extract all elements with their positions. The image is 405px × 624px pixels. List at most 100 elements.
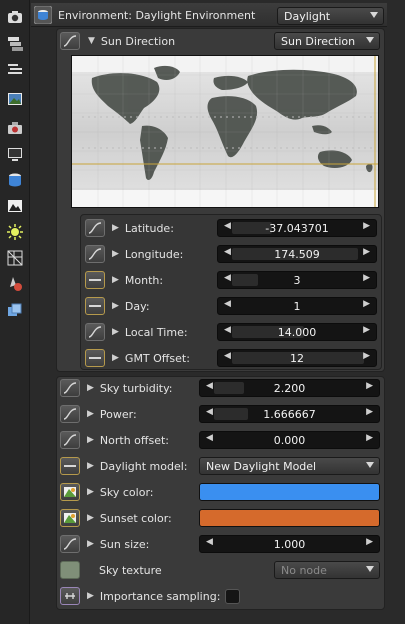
decrement-arrow-icon[interactable]: ◀ bbox=[224, 325, 231, 335]
int-icon[interactable] bbox=[85, 297, 105, 315]
expand-triangle-icon[interactable]: ▶ bbox=[112, 301, 119, 311]
curve-icon[interactable] bbox=[60, 379, 80, 397]
environment-icon[interactable] bbox=[4, 169, 26, 191]
increment-arrow-icon[interactable]: ▶ bbox=[363, 273, 370, 283]
curve-icon[interactable] bbox=[60, 32, 80, 50]
world-map[interactable] bbox=[71, 55, 379, 208]
decrement-arrow-icon[interactable]: ◀ bbox=[206, 433, 213, 443]
preset-dropdown[interactable]: Daylight bbox=[277, 7, 384, 25]
increment-arrow-icon[interactable]: ▶ bbox=[363, 351, 370, 361]
material-icon[interactable] bbox=[4, 273, 26, 295]
sky-texture-label: Sky texture bbox=[99, 563, 162, 577]
enum-icon[interactable] bbox=[60, 457, 80, 475]
camera-settings-icon[interactable] bbox=[4, 6, 26, 28]
daylight-model-dropdown[interactable]: New Daylight Model bbox=[199, 457, 380, 475]
preset-value: Daylight bbox=[284, 9, 331, 23]
expand-triangle-icon[interactable]: ▶ bbox=[87, 539, 94, 549]
expand-triangle-icon[interactable]: ▶ bbox=[112, 223, 119, 233]
sun-size-row: ▶ Sun size: bbox=[60, 533, 149, 555]
decrement-arrow-icon[interactable]: ◀ bbox=[206, 381, 213, 391]
expand-triangle-icon[interactable]: ▶ bbox=[112, 327, 119, 337]
north-offset-spinner[interactable]: ◀ 0.000 ▶ bbox=[199, 431, 380, 449]
color-picker-icon[interactable] bbox=[60, 483, 80, 501]
local-time-spinner[interactable]: ◀ 14.000 ▶ bbox=[217, 323, 377, 341]
chevron-down-icon bbox=[366, 37, 374, 43]
importance-sampling-checkbox[interactable] bbox=[225, 588, 241, 604]
sun-size-value: 1.000 bbox=[273, 537, 306, 551]
day-spinner[interactable]: ◀ 1 ▶ bbox=[217, 297, 377, 315]
toggle-icon[interactable] bbox=[60, 587, 80, 605]
curve-icon[interactable] bbox=[60, 405, 80, 423]
collapse-triangle-icon[interactable]: ▼ bbox=[88, 36, 95, 46]
expand-triangle-icon[interactable]: ▶ bbox=[87, 461, 94, 471]
curve-icon[interactable] bbox=[60, 431, 80, 449]
sun-size-spinner[interactable]: ◀ 1.000 ▶ bbox=[199, 535, 380, 553]
expand-triangle-icon[interactable]: ▶ bbox=[87, 409, 94, 419]
increment-arrow-icon[interactable]: ▶ bbox=[363, 299, 370, 309]
chevron-down-icon bbox=[370, 12, 378, 18]
expand-triangle-icon[interactable]: ▶ bbox=[112, 353, 119, 363]
increment-arrow-icon[interactable]: ▶ bbox=[363, 325, 370, 335]
image-icon[interactable] bbox=[4, 88, 26, 110]
sky-color-swatch[interactable] bbox=[199, 483, 380, 501]
expand-triangle-icon[interactable]: ▶ bbox=[87, 383, 94, 393]
texture-slot-icon[interactable] bbox=[60, 561, 80, 579]
expand-triangle-icon[interactable]: ▶ bbox=[112, 275, 119, 285]
sunset-color-swatch[interactable] bbox=[199, 509, 380, 527]
sun-direction-dropdown[interactable]: Sun Direction bbox=[274, 32, 380, 50]
increment-arrow-icon[interactable]: ▶ bbox=[366, 381, 373, 391]
curve-icon[interactable] bbox=[60, 535, 80, 553]
increment-arrow-icon[interactable]: ▶ bbox=[363, 221, 370, 231]
decrement-arrow-icon[interactable]: ◀ bbox=[224, 299, 231, 309]
photo-icon[interactable] bbox=[4, 195, 26, 217]
decrement-arrow-icon[interactable]: ◀ bbox=[224, 273, 231, 283]
north-offset-row: ▶ North offset: bbox=[60, 429, 169, 451]
layers-icon[interactable] bbox=[4, 33, 26, 55]
latitude-value: -37.043701 bbox=[265, 221, 329, 235]
align-icon[interactable] bbox=[4, 58, 26, 80]
int-icon[interactable] bbox=[85, 349, 105, 367]
sky-turbidity-spinner[interactable]: ◀ 2.200 ▶ bbox=[199, 379, 380, 397]
camera-icon[interactable] bbox=[4, 117, 26, 139]
power-spinner[interactable]: ◀ 1.666667 ▶ bbox=[199, 405, 380, 423]
latitude-spinner[interactable]: ◀ -37.043701 ▶ bbox=[217, 219, 377, 237]
environment-node-icon bbox=[33, 5, 53, 25]
month-spinner[interactable]: ◀ 3 ▶ bbox=[217, 271, 377, 289]
increment-arrow-icon[interactable]: ▶ bbox=[366, 407, 373, 417]
monitor-icon[interactable] bbox=[4, 143, 26, 165]
world-map-image bbox=[72, 56, 378, 207]
decrement-arrow-icon[interactable]: ◀ bbox=[206, 407, 213, 417]
cubes-icon[interactable] bbox=[4, 299, 26, 321]
curve-icon[interactable] bbox=[85, 245, 105, 263]
longitude-spinner[interactable]: ◀ 174.509 ▶ bbox=[217, 245, 377, 263]
curve-icon[interactable] bbox=[85, 219, 105, 237]
expand-triangle-icon[interactable]: ▶ bbox=[87, 487, 94, 497]
grid-texture-icon[interactable] bbox=[4, 247, 26, 269]
longitude-value: 174.509 bbox=[274, 247, 320, 261]
power-label: Power: bbox=[99, 407, 137, 421]
expand-triangle-icon[interactable]: ▶ bbox=[87, 435, 94, 445]
int-icon[interactable] bbox=[85, 271, 105, 289]
decrement-arrow-icon[interactable]: ◀ bbox=[224, 247, 231, 257]
decrement-arrow-icon[interactable]: ◀ bbox=[224, 351, 231, 361]
node-title: Environment: Daylight Environment bbox=[58, 9, 256, 22]
gmt-offset-spinner[interactable]: ◀ 12 ▶ bbox=[217, 349, 377, 367]
curve-icon[interactable] bbox=[85, 323, 105, 341]
latitude-row: ▶ Latitude: bbox=[85, 217, 174, 239]
expand-triangle-icon[interactable]: ▶ bbox=[87, 513, 94, 523]
increment-arrow-icon[interactable]: ▶ bbox=[366, 537, 373, 547]
sky-texture-dropdown[interactable]: No node bbox=[274, 561, 380, 579]
increment-arrow-icon[interactable]: ▶ bbox=[366, 433, 373, 443]
day-row: ▶ Day: bbox=[85, 295, 150, 317]
expand-triangle-icon[interactable]: ▶ bbox=[87, 591, 94, 601]
decrement-arrow-icon[interactable]: ◀ bbox=[206, 537, 213, 547]
expand-triangle-icon[interactable]: ▶ bbox=[112, 249, 119, 259]
sun-direction-label: Sun Direction bbox=[100, 34, 176, 48]
increment-arrow-icon[interactable]: ▶ bbox=[363, 247, 370, 257]
importance-sampling-row: ▶ Importance sampling: bbox=[60, 585, 241, 607]
color-picker-icon[interactable] bbox=[60, 509, 80, 527]
decrement-arrow-icon[interactable]: ◀ bbox=[224, 221, 231, 231]
north-offset-label: North offset: bbox=[99, 433, 170, 447]
daylight-model-value: New Daylight Model bbox=[206, 459, 317, 473]
light-icon[interactable] bbox=[4, 221, 26, 243]
